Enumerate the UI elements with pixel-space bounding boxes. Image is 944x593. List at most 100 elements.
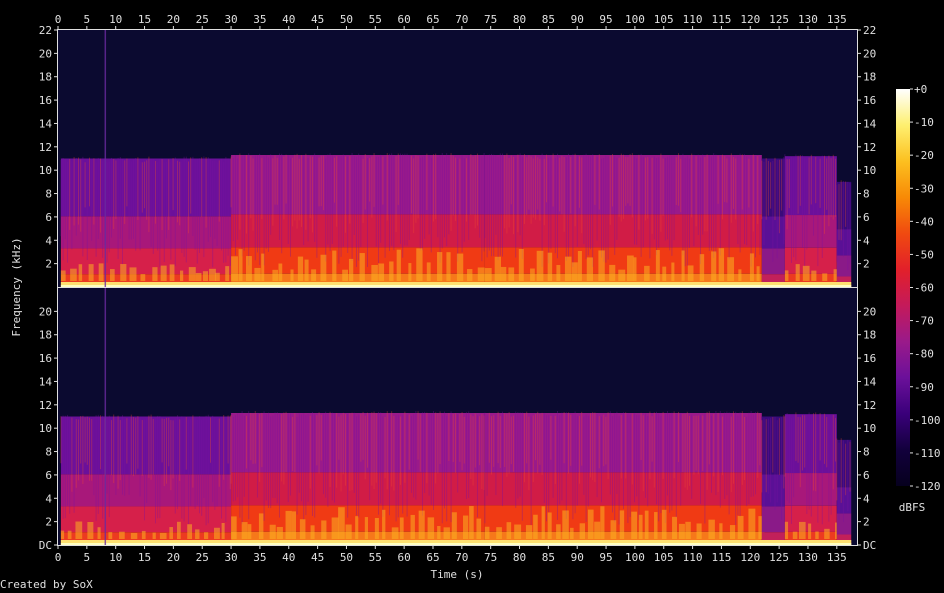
- spectrogram-harmonic: [272, 269, 279, 281]
- x-tick-label-top: 130: [798, 13, 818, 26]
- spectrogram-harmonic: [749, 253, 754, 281]
- credit-text: Created by SoX: [0, 578, 93, 591]
- x-tick-label-bottom: 130: [798, 551, 818, 564]
- x-tick-label-bottom: 85: [542, 551, 555, 564]
- spectrogram-harmonic: [727, 257, 735, 281]
- colorbar-tick-label: -20: [914, 149, 934, 162]
- y-tick-label-left: 18: [39, 71, 52, 84]
- spectrogram-harmonic: [254, 267, 261, 281]
- colorbar-gradient: [896, 89, 910, 486]
- spectrogram-harmonic: [110, 269, 115, 281]
- x-tick-label-top: 105: [654, 13, 674, 26]
- spectrogram-harmonic: [811, 270, 817, 281]
- y-tick-label-left: 20: [39, 305, 52, 318]
- spectrogram-harmonic: [594, 521, 601, 539]
- spectrogram-harmonic: [364, 517, 369, 539]
- y-tick-label-right: 16: [863, 352, 876, 365]
- y-tick-label-right: 10: [863, 422, 876, 435]
- spectrogram-harmonic: [204, 532, 209, 539]
- spectrogram-harmonic: [97, 527, 101, 539]
- spectrogram-harmonic: [348, 258, 354, 281]
- spectrogram-harmonic: [160, 265, 167, 281]
- spectrogram-harmonic: [681, 250, 685, 281]
- spectrogram-harmonic: [140, 274, 146, 281]
- spectrogram-harmonic: [654, 512, 658, 539]
- spectrogram-harmonic: [661, 509, 667, 539]
- spectrogram-band-top: [60, 158, 232, 217]
- x-tick-label-bottom: 60: [398, 551, 411, 564]
- spectrogram-harmonic: [586, 257, 594, 281]
- spectrogram-harmonic: [310, 525, 315, 539]
- spectrogram-channel-1: [58, 30, 857, 287]
- y-tick-label-right: 6: [863, 469, 870, 482]
- y-tick-label-right: 4: [863, 492, 870, 505]
- spectrogram-harmonic: [371, 264, 378, 281]
- spectrogram-harmonic: [536, 250, 544, 281]
- spectrogram-harmonic: [98, 263, 104, 281]
- x-tick-label-top: 120: [740, 13, 760, 26]
- x-tick-label-top: 30: [224, 13, 237, 26]
- y-tick-label-right: 18: [863, 329, 876, 342]
- spectrogram-harmonic: [476, 518, 482, 539]
- spectrogram-harmonic: [631, 511, 638, 539]
- spectrogram-harmonic: [225, 266, 230, 281]
- spectrogram-band-lower: [836, 255, 852, 277]
- spectrogram-harmonic: [209, 268, 216, 281]
- spectrogram-harmonic: [70, 268, 77, 281]
- spectrogram-harmonic: [467, 269, 473, 281]
- x-tick-label-top: 100: [625, 13, 645, 26]
- y-tick-label-right: 12: [863, 399, 876, 412]
- spectrogram-harmonic: [530, 268, 535, 281]
- spectrogram-harmonic: [241, 522, 248, 539]
- spectrogram-harmonic: [378, 263, 385, 281]
- spectrogram-harmonic: [822, 273, 828, 281]
- y-tick-label-right: 16: [863, 94, 876, 107]
- x-tick-label-top: 110: [683, 13, 703, 26]
- spectrogram-harmonic: [644, 265, 650, 281]
- spectrogram-harmonic: [437, 252, 443, 281]
- x-tick-label-top: 115: [711, 13, 731, 26]
- spectrogram-harmonic: [541, 506, 545, 539]
- spectrogram-harmonic: [321, 520, 327, 539]
- spectrogram-harmonic: [427, 517, 435, 539]
- x-tick-label-top: 50: [340, 13, 353, 26]
- y-tick-label-left: 16: [39, 94, 52, 107]
- x-tick-label-top: 95: [599, 13, 612, 26]
- colorbar-tick-label: -90: [914, 381, 934, 394]
- spectrogram-harmonic: [655, 250, 660, 281]
- spectrogram-harmonic: [484, 268, 492, 281]
- spectrogram-harmonic: [338, 507, 345, 539]
- spectrogram-harmonic: [514, 524, 522, 539]
- y-tick-label-left: 20: [39, 47, 52, 60]
- y-tick-label-left: 12: [39, 399, 52, 412]
- y-tick-label-left: 6: [45, 469, 52, 482]
- spectrogram-harmonic: [579, 523, 586, 539]
- x-tick-label-bottom: 70: [455, 551, 468, 564]
- x-tick-label-bottom: 0: [55, 551, 62, 564]
- spectrogram-harmonic: [130, 532, 138, 539]
- spectrogram-harmonic: [231, 516, 237, 539]
- spectrogram-band-lower: [60, 506, 232, 533]
- spectrogram-harmonic: [662, 266, 667, 281]
- spectrogram-harmonic: [87, 522, 94, 539]
- spectrogram-harmonic: [418, 510, 425, 539]
- y-tick-label-left: 6: [45, 211, 52, 224]
- spectrogram-harmonic: [798, 521, 806, 539]
- y-tick-label-right: 20: [863, 305, 876, 318]
- x-tick-label-bottom: 90: [571, 551, 584, 564]
- spectrogram-harmonic: [311, 269, 317, 281]
- colorbar-tick-label: +0: [914, 83, 927, 96]
- spectrogram-harmonic: [129, 267, 137, 281]
- spectrogram-harmonic: [463, 515, 469, 539]
- spectrogram-harmonic: [342, 269, 349, 281]
- y-tick-label-right: 14: [863, 375, 877, 388]
- colorbar-tick-label: -80: [914, 348, 934, 361]
- spectrogram-harmonic: [577, 250, 582, 281]
- spectrogram-harmonic: [619, 510, 625, 539]
- spectrogram-harmonic: [345, 524, 352, 539]
- spectrogram-harmonic: [188, 267, 196, 281]
- y-tick-label-left: 14: [39, 375, 53, 388]
- spectrogram-harmonic: [278, 263, 283, 281]
- x-tick-label-top: 15: [138, 13, 151, 26]
- spectrogram-harmonic: [494, 256, 501, 281]
